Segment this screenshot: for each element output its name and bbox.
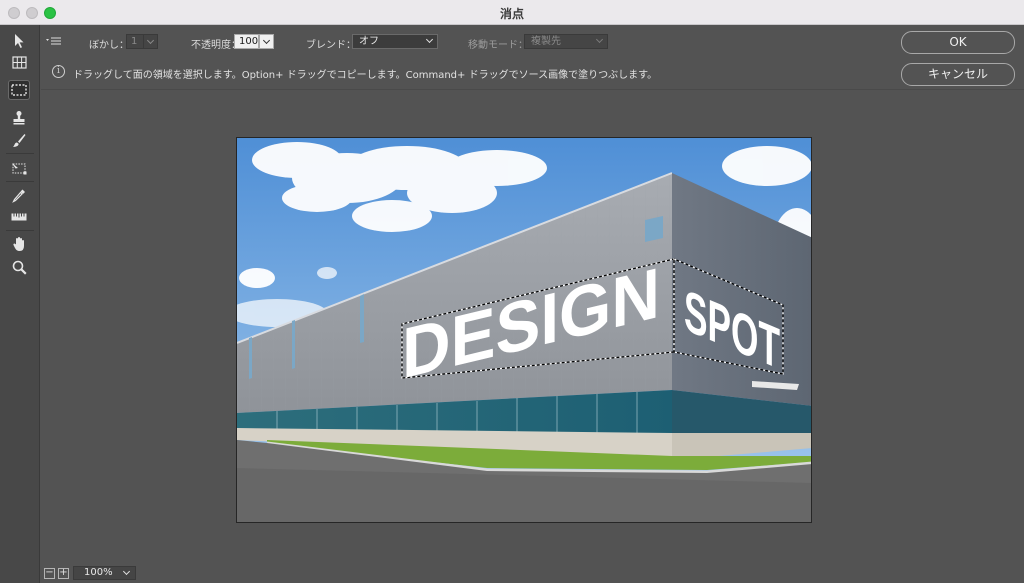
create-plane-tool-icon[interactable] <box>8 52 30 72</box>
chevron-down-icon <box>123 569 131 577</box>
feather-label: ぼかし： <box>89 40 129 51</box>
title-bar: 消点 <box>0 0 1024 25</box>
info-message: ドラッグして面の領域を選択します。Option+ ドラッグでコピーします。Com… <box>73 70 658 81</box>
zoom-tool-icon[interactable] <box>8 257 30 277</box>
window-title: 消点 <box>499 7 524 21</box>
blend-label: ブレンド： <box>306 40 356 51</box>
move-mode-select[interactable]: 複製先 <box>524 34 608 49</box>
stamp-tool-icon[interactable] <box>8 107 30 127</box>
move-mode-value: 複製先 <box>531 36 561 47</box>
edit-plane-tool-icon[interactable] <box>8 31 30 51</box>
measure-tool-icon[interactable] <box>8 207 30 227</box>
opacity-input[interactable]: 100 <box>234 34 259 49</box>
zoom-in-button[interactable]: + <box>58 568 69 579</box>
cancel-button[interactable]: キャンセル <box>901 63 1015 86</box>
info-icon: i <box>52 65 65 78</box>
zoom-out-button[interactable]: − <box>44 568 55 579</box>
hand-tool-icon[interactable] <box>8 234 30 254</box>
ok-button[interactable]: OK <box>901 31 1015 54</box>
feather-dropdown-button[interactable] <box>143 34 158 49</box>
chevron-down-icon <box>426 37 434 45</box>
move-mode-label: 移動モード： <box>468 40 528 51</box>
blend-select[interactable]: オフ <box>352 34 438 49</box>
canvas-area[interactable]: DESIGN SPOT <box>41 89 1024 565</box>
status-bar: − + 100% <box>41 565 1024 583</box>
zoom-level-select[interactable]: 100% <box>73 566 136 580</box>
feather-input[interactable]: 1 <box>126 34 144 49</box>
opacity-dropdown-button[interactable] <box>259 34 274 49</box>
zoom-level-value: 100% <box>84 567 113 578</box>
building-image: DESIGN SPOT <box>237 138 811 522</box>
menu-options-icon[interactable] <box>45 35 63 47</box>
blend-value: オフ <box>359 36 379 47</box>
marquee-tool-icon[interactable] <box>8 80 30 100</box>
eyedropper-tool-icon[interactable] <box>8 185 30 205</box>
chevron-down-icon <box>596 37 604 45</box>
building-photo[interactable]: DESIGN SPOT <box>236 137 812 523</box>
brush-tool-icon[interactable] <box>8 130 30 150</box>
transform-tool-icon[interactable] <box>8 158 30 178</box>
tool-bar <box>0 25 40 583</box>
options-bar: ぼかし： 1 不透明度： 100 ブレンド： オフ 移動モード： 複製先 i ド… <box>41 25 1024 89</box>
